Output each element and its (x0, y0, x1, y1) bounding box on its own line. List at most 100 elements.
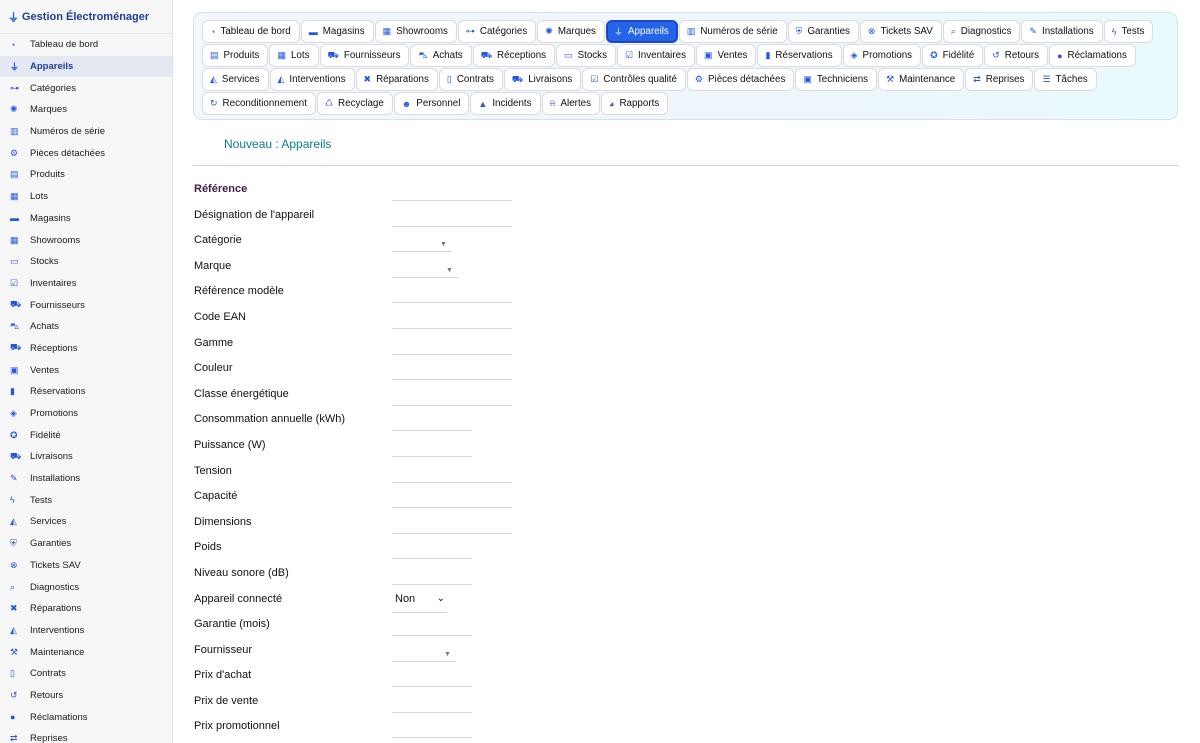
tab-fidelite[interactable]: ✪ Fidélité (922, 44, 984, 67)
garantie-mois-input[interactable] (392, 635, 472, 637)
reference-input[interactable] (392, 200, 512, 201)
tab-ventes[interactable]: ▣ Ventes (695, 44, 757, 67)
sidebar-item-contrats[interactable]: ▯ Contrats (0, 663, 172, 685)
tab-maintenance[interactable]: ⚒ Maintenance (878, 68, 965, 91)
consommation-annuelle-kwh-input[interactable] (392, 430, 472, 432)
sidebar-item-reparations[interactable]: ✖ Réparations (0, 598, 172, 620)
appareil-connecte-dropdown[interactable]: Non ⌄ (392, 593, 447, 613)
sidebar-item-promotions[interactable]: ◈ Promotions (0, 403, 172, 425)
tab-garanties[interactable]: ⛨ Garanties (787, 20, 859, 43)
reference-modele-input[interactable] (392, 302, 512, 304)
designation-de-l-appareil-input[interactable] (392, 225, 512, 227)
sidebar-item-lots[interactable]: ▦ Lots (0, 186, 172, 208)
tab-achats[interactable]: ⛍ Achats (410, 44, 472, 67)
niveau-sonore-db-input[interactable] (392, 583, 472, 585)
sidebar-item-tests[interactable]: ϟ Tests (0, 489, 172, 511)
tab-incidents[interactable]: ▲ Incidents (470, 92, 541, 115)
tab-controles-qualite[interactable]: ☑ Contrôles qualité (582, 68, 686, 91)
sidebar-item-appareils[interactable]: ⏚ Appareils (0, 55, 172, 78)
sidebar-item-installations[interactable]: ✎ Installations (0, 468, 172, 490)
puissance-w-input[interactable] (392, 455, 472, 457)
tab-appareils[interactable]: ⏚ Appareils (605, 20, 678, 43)
caret-down-icon[interactable]: ▼ (440, 241, 447, 248)
tab-services[interactable]: ◭ Services (202, 68, 269, 91)
sidebar-item-garanties[interactable]: ⛨ Garanties (0, 533, 172, 555)
sidebar-item-marques[interactable]: ✺ Marques (0, 99, 172, 121)
sidebar-item-reservations[interactable]: ▮ Réservations (0, 381, 172, 403)
tab-promotions[interactable]: ◈ Promotions (842, 44, 922, 67)
categorie-select[interactable] (392, 251, 452, 253)
app-brand[interactable]: ⏚ Gestion Électroménager (0, 0, 172, 34)
tab-reparations[interactable]: ✖ Réparations (355, 68, 438, 91)
sidebar-item-pieces-detachees[interactable]: ⚙ Pièces détachées (0, 142, 172, 164)
tab-inventaires[interactable]: ☑ Inventaires (616, 44, 695, 67)
tab-showrooms[interactable]: ▦ Showrooms (374, 20, 457, 43)
sidebar-item-reclamations[interactable]: ● Réclamations (0, 706, 172, 728)
tab-interventions[interactable]: ◭ Interventions (269, 68, 355, 91)
fournisseur-select[interactable] (392, 660, 456, 662)
tab-recyclage[interactable]: ♺ Recyclage (316, 92, 393, 115)
caret-down-icon[interactable]: ▼ (444, 651, 451, 658)
sidebar-item-categories[interactable]: ⊶ Catégories (0, 77, 172, 99)
sidebar-item-numeros-de-serie[interactable]: ▥ Numéros de série (0, 121, 172, 143)
sidebar-item-produits[interactable]: ▤ Produits (0, 164, 172, 186)
sidebar-item-magasins[interactable]: ▬ Magasins (0, 208, 172, 230)
tab-receptions[interactable]: ⛟ Réceptions (472, 44, 556, 67)
sidebar-item-tickets-sav[interactable]: ⊗ Tickets SAV (0, 555, 172, 577)
dimensions-input[interactable] (392, 532, 512, 534)
capacite-input[interactable] (392, 507, 512, 509)
sidebar-item-stocks[interactable]: ▭ Stocks (0, 251, 172, 273)
sidebar-item-diagnostics[interactable]: ⌕ Diagnostics (0, 576, 172, 598)
tab-magasins[interactable]: ▬ Magasins (300, 20, 374, 43)
tab-personnel[interactable]: ☻ Personnel (393, 92, 470, 115)
tab-techniciens[interactable]: ▣ Techniciens (795, 68, 878, 91)
tab-installations[interactable]: ✎ Installations (1021, 20, 1103, 43)
tab-marques[interactable]: ✺ Marques (537, 20, 605, 43)
tab-alertes[interactable]: ⍾ Alertes (541, 92, 601, 115)
prix-promotionnel-input[interactable] (392, 737, 472, 739)
classe-energetique-input[interactable] (392, 404, 512, 406)
tab-retours[interactable]: ↺ Retours (984, 44, 1049, 67)
sidebar-item-interventions[interactable]: ◭ Interventions (0, 620, 172, 642)
gamme-input[interactable] (392, 353, 512, 355)
sidebar-item-services[interactable]: ◭ Services (0, 511, 172, 533)
tab-livraisons[interactable]: ⛟ Livraisons (503, 68, 582, 91)
tab-pieces-detachees[interactable]: ⚙ Pièces détachées (686, 68, 795, 91)
tab-taches[interactable]: ☰ Tâches (1034, 68, 1097, 91)
caret-down-icon[interactable]: ▼ (446, 267, 453, 274)
tab-reclamations[interactable]: ● Réclamations (1049, 44, 1136, 67)
prix-d-achat-input[interactable] (392, 686, 472, 688)
tab-categories[interactable]: ⊶ Catégories (457, 20, 537, 43)
tab-contrats[interactable]: ▯ Contrats (438, 68, 503, 91)
code-ean-input[interactable] (392, 327, 512, 329)
tab-produits[interactable]: ▤ Produits (202, 44, 269, 67)
sidebar-item-showrooms[interactable]: ▦ Showrooms (0, 229, 172, 251)
tab-tests[interactable]: ϟ Tests (1103, 20, 1154, 43)
sidebar-item-reprises[interactable]: ⇄ Reprises (0, 728, 172, 743)
tab-reprises[interactable]: ⇄ Reprises (965, 68, 1034, 91)
sidebar-item-maintenance[interactable]: ⚒ Maintenance (0, 641, 172, 663)
sidebar-item-fournisseurs[interactable]: ⛟ Fournisseurs (0, 294, 172, 316)
tab-reservations[interactable]: ▮ Réservations (757, 44, 842, 67)
tab-lots[interactable]: ▦ Lots (269, 44, 319, 67)
tab-fournisseurs[interactable]: ⛟ Fournisseurs (319, 44, 410, 67)
tab-reconditionnement[interactable]: ↻ Reconditionnement (202, 92, 316, 115)
marque-select[interactable] (392, 276, 458, 278)
tension-input[interactable] (392, 481, 512, 483)
poids-input[interactable] (392, 558, 472, 560)
sidebar-item-ventes[interactable]: ▣ Ventes (0, 359, 172, 381)
sidebar-item-livraisons[interactable]: ⛟ Livraisons (0, 446, 172, 468)
sidebar-item-achats[interactable]: ⛍ Achats (0, 316, 172, 338)
couleur-input[interactable] (392, 379, 512, 381)
tab-numeros-de-serie[interactable]: ▥ Numéros de série (678, 20, 787, 43)
tab-tableau-de-bord[interactable]: ◔ Tableau de bord (202, 20, 300, 43)
sidebar-item-fidelite[interactable]: ✪ Fidélité (0, 424, 172, 446)
tab-diagnostics[interactable]: ⌕ Diagnostics (942, 20, 1021, 43)
tab-tickets-sav[interactable]: ⊗ Tickets SAV (859, 20, 942, 43)
sidebar-item-retours[interactable]: ↺ Retours (0, 685, 172, 707)
tab-stocks[interactable]: ▭ Stocks (556, 44, 616, 67)
prix-de-vente-input[interactable] (392, 711, 472, 713)
tab-rapports[interactable]: ◕ Rapports (601, 92, 669, 115)
sidebar-item-receptions[interactable]: ⛟ Réceptions (0, 338, 172, 360)
sidebar-item-inventaires[interactable]: ☑ Inventaires (0, 273, 172, 295)
